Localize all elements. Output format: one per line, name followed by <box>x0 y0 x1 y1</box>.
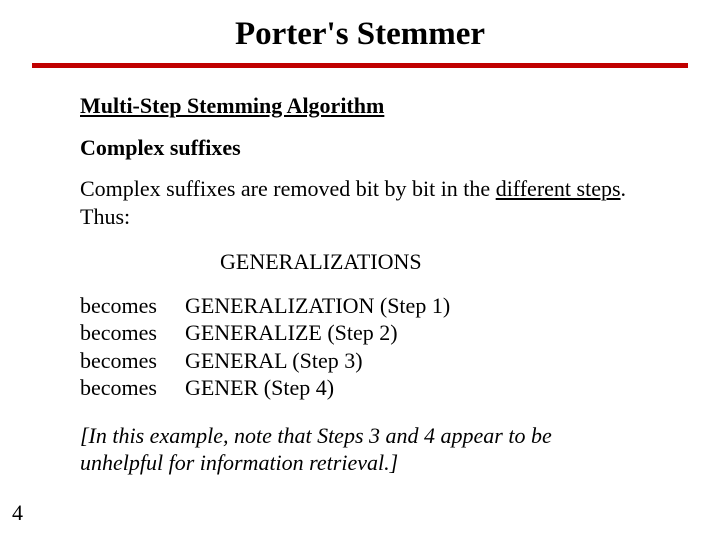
table-row: becomes GENERALIZE (Step 2) <box>80 319 450 347</box>
footnote: [In this example, note that Steps 3 and … <box>80 422 640 477</box>
steps-table: becomes GENERALIZATION (Step 1) becomes … <box>80 292 450 402</box>
step-right: GENERALIZATION (Step 1) <box>185 292 450 320</box>
section-label: Complex suffixes <box>80 134 640 162</box>
title-rule <box>32 63 688 68</box>
slide-body: Multi-Step Stemming Algorithm Complex su… <box>80 92 640 477</box>
step-right: GENERAL (Step 3) <box>185 347 450 375</box>
table-row: becomes GENER (Step 4) <box>80 374 450 402</box>
step-left: becomes <box>80 374 185 402</box>
slide: Porter's Stemmer Multi-Step Stemming Alg… <box>0 0 720 540</box>
para-lead: Complex suffixes are removed bit by bit … <box>80 176 496 201</box>
intro-paragraph: Complex suffixes are removed bit by bit … <box>80 175 640 230</box>
table-row: becomes GENERAL (Step 3) <box>80 347 450 375</box>
slide-title: Porter's Stemmer <box>0 0 720 63</box>
step-left: becomes <box>80 347 185 375</box>
table-row: becomes GENERALIZATION (Step 1) <box>80 292 450 320</box>
page-number: 4 <box>12 500 23 526</box>
para-underlined: different steps <box>496 176 621 201</box>
step-left: becomes <box>80 292 185 320</box>
step-right: GENER (Step 4) <box>185 374 450 402</box>
subheading: Multi-Step Stemming Algorithm <box>80 92 640 120</box>
step-right: GENERALIZE (Step 2) <box>185 319 450 347</box>
example-word: GENERALIZATIONS <box>220 248 640 276</box>
step-left: becomes <box>80 319 185 347</box>
